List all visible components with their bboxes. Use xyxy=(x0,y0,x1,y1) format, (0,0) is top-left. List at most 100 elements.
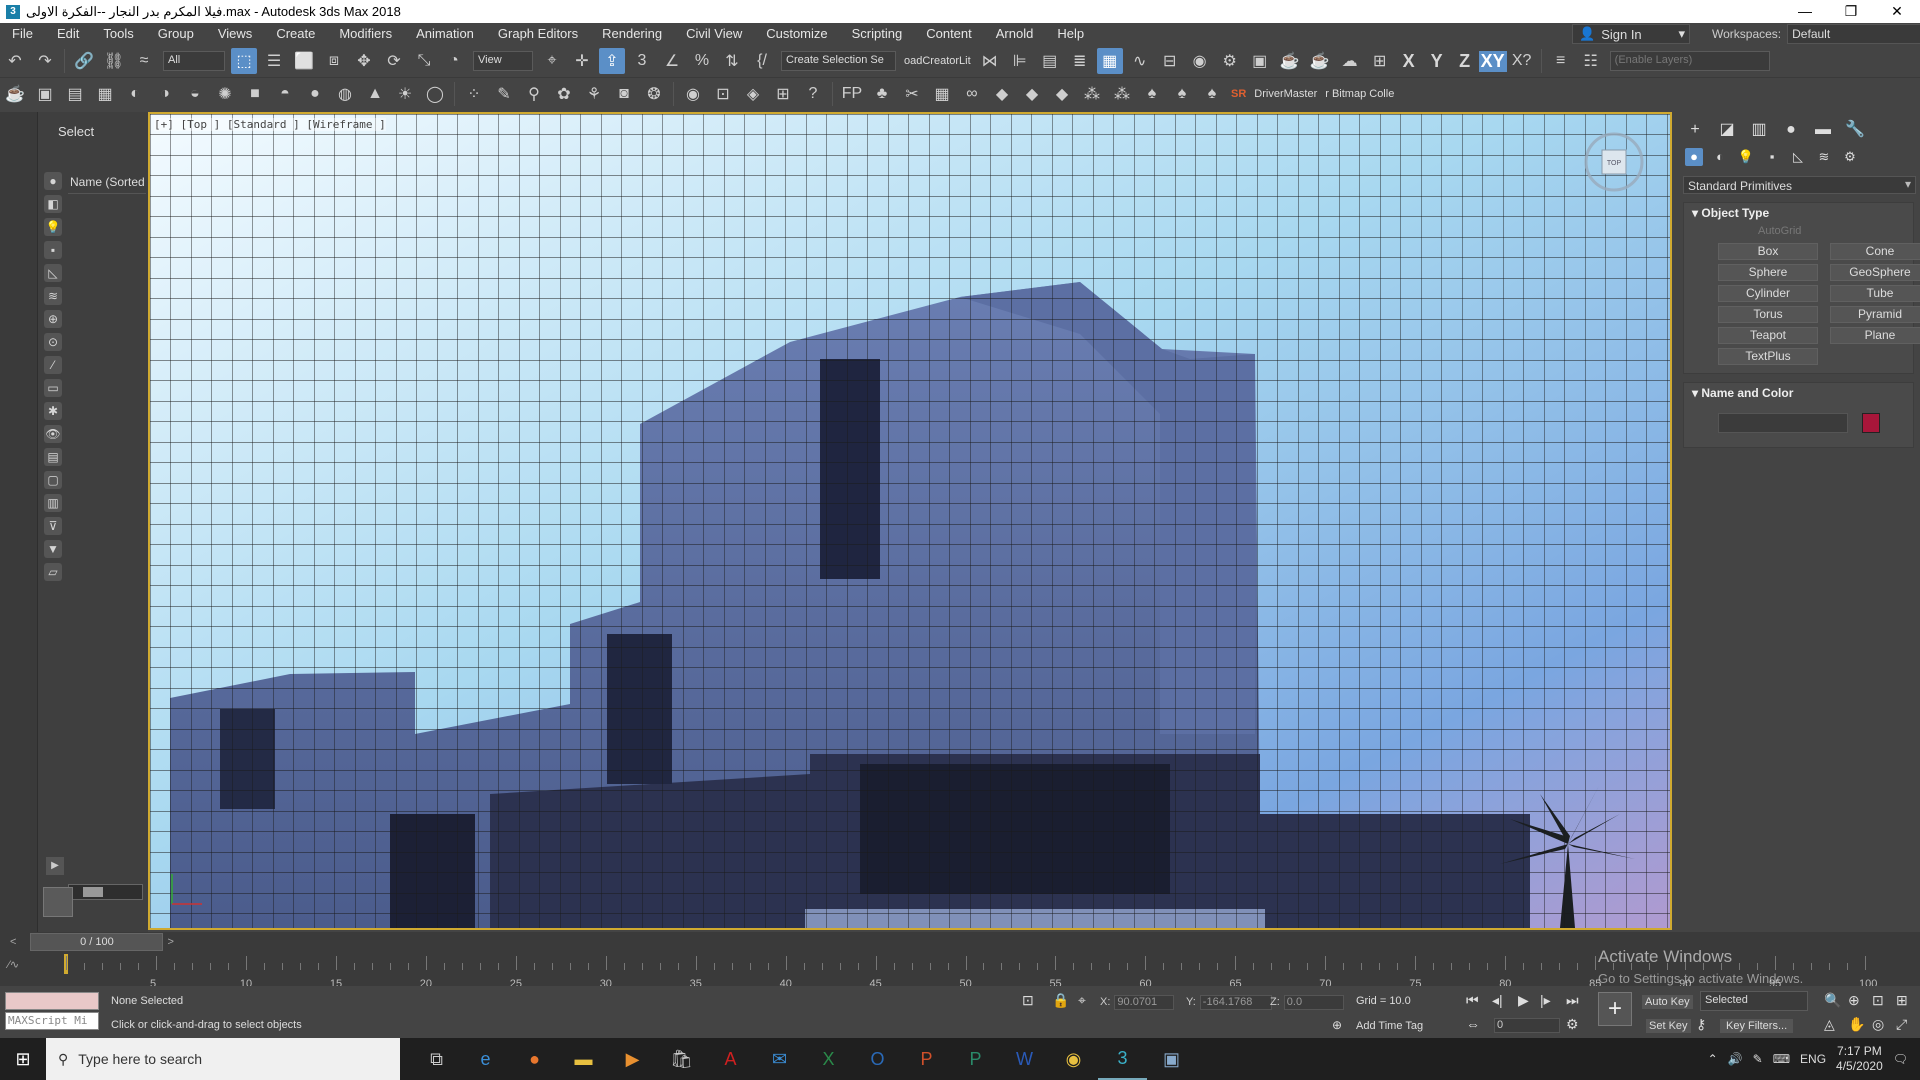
scene-explorer-header[interactable]: Select xyxy=(38,112,148,139)
material-editor-icon[interactable]: ◉ xyxy=(1187,48,1213,74)
hdri-icon[interactable]: ◙ xyxy=(611,81,637,107)
orange-shape2-icon[interactable]: ◆ xyxy=(1019,81,1045,107)
menu-views[interactable]: Views xyxy=(206,23,264,45)
box-primitive-icon[interactable]: ■ xyxy=(242,81,268,107)
ball-icon[interactable]: ◯ xyxy=(422,81,448,107)
help-circle-icon[interactable]: ? xyxy=(800,81,826,107)
play-icon[interactable]: ▶ xyxy=(1518,992,1529,1009)
explorer-toggle-button[interactable] xyxy=(43,887,73,917)
maximize-viewport-icon[interactable]: ⤢ xyxy=(1896,1016,1907,1033)
menu-scripting[interactable]: Scripting xyxy=(840,23,915,45)
expand-arrow-icon[interactable]: ▶ xyxy=(46,857,64,875)
mini-curve-icon[interactable]: ⁄∿ xyxy=(8,958,19,971)
pivot-icon[interactable]: ⌖ xyxy=(539,48,565,74)
menu-civil-view[interactable]: Civil View xyxy=(674,23,754,45)
display-xrefs-icon[interactable]: ⊙ xyxy=(44,333,62,351)
time-config-icon[interactable]: ⚙ xyxy=(1566,1016,1579,1033)
object-name-field[interactable] xyxy=(1718,413,1848,433)
camera-icon[interactable]: ◑ xyxy=(152,81,178,107)
reference-coordinate-dropdown[interactable]: View xyxy=(473,51,533,71)
menu-graph-editors[interactable]: Graph Editors xyxy=(486,23,590,45)
teapot-button[interactable]: Teapot xyxy=(1718,327,1818,344)
cone-button[interactable]: Cone xyxy=(1830,243,1920,260)
keyboard-icon[interactable]: ⌨ xyxy=(1773,1052,1790,1066)
sphere-button[interactable]: Sphere xyxy=(1718,264,1818,281)
layers-stack-icon[interactable]: ☷ xyxy=(1578,48,1604,74)
menu-edit[interactable]: Edit xyxy=(45,23,91,45)
z-field[interactable]: 0.0 xyxy=(1283,995,1344,1010)
notifications-icon[interactable]: 🗨 xyxy=(1893,1052,1908,1066)
viewport-top[interactable]: [+] [Top ] [Standard ] [Wireframe ] xyxy=(148,112,1672,930)
green-tool1-icon[interactable]: ♠ xyxy=(1139,81,1165,107)
collapse-icon[interactable]: ▾ xyxy=(1692,206,1701,220)
axis-cycle-icon[interactable]: X? xyxy=(1509,48,1535,74)
motion-tab-icon[interactable]: ● xyxy=(1781,120,1801,140)
object-color-swatch[interactable] xyxy=(1862,413,1880,433)
media-player-icon[interactable]: ▶ xyxy=(608,1038,657,1080)
table-icon[interactable]: ▦ xyxy=(929,81,955,107)
previous-frame-icon[interactable]: ◂| xyxy=(1492,992,1503,1009)
menu-content[interactable]: Content xyxy=(914,23,984,45)
orbit-icon[interactable]: ◎ xyxy=(1872,1016,1884,1033)
add-time-tag-button[interactable]: Add Time Tag xyxy=(1356,1020,1423,1032)
blue-dots1-icon[interactable]: ⁂ xyxy=(1079,81,1105,107)
unlink-icon[interactable]: ⛓ xyxy=(101,48,127,74)
viewcube[interactable]: TOP xyxy=(1582,130,1646,194)
select-manipulate-icon[interactable]: ✛ xyxy=(569,48,595,74)
bind-spacewarp-icon[interactable]: ≈ xyxy=(131,48,157,74)
menu-rendering[interactable]: Rendering xyxy=(590,23,674,45)
layer-explorer-icon[interactable]: ≣ xyxy=(1067,48,1093,74)
link-icon[interactable]: 🔗 xyxy=(71,48,97,74)
mirror-icon[interactable]: ⋈ xyxy=(977,48,1003,74)
file-explorer-icon[interactable]: ▬ xyxy=(559,1038,608,1080)
redo-icon[interactable]: ↷ xyxy=(32,48,58,74)
sun-icon[interactable]: ☀ xyxy=(392,81,418,107)
lights-category-icon[interactable]: 💡 xyxy=(1737,148,1755,166)
select-object-icon[interactable]: ⬚ xyxy=(231,48,257,74)
horizontal-scrollbar[interactable] xyxy=(68,884,143,900)
spinner-snap-icon[interactable]: ⇅ xyxy=(719,48,745,74)
display-groups-icon[interactable]: ⊕ xyxy=(44,310,62,328)
publisher-icon[interactable]: P xyxy=(951,1038,1000,1080)
word-icon[interactable]: W xyxy=(1000,1038,1049,1080)
tree-icon[interactable]: ⚲ xyxy=(521,81,547,107)
store-icon[interactable]: 🛍 xyxy=(657,1038,706,1080)
render-active-icon[interactable]: ☕ xyxy=(1307,48,1333,74)
zoom-icon[interactable]: 🔍 xyxy=(1824,992,1841,1009)
ribbon-icon[interactable]: ▦ xyxy=(1096,48,1123,74)
display-hidden-icon[interactable]: 👁 xyxy=(44,425,62,443)
snap-3d-icon[interactable]: 3 xyxy=(629,48,655,74)
schematic-view-icon[interactable]: ⊟ xyxy=(1157,48,1183,74)
sphere-icon[interactable]: ● xyxy=(302,81,328,107)
tube-button[interactable]: Tube xyxy=(1830,285,1920,302)
restore-button[interactable]: ❐ xyxy=(1828,0,1874,23)
mail-icon[interactable]: ✉ xyxy=(755,1038,804,1080)
fur-icon[interactable]: ❂ xyxy=(641,81,667,107)
chain-icon[interactable]: ∞ xyxy=(959,81,985,107)
workspace-dropdown[interactable]: Default xyxy=(1787,24,1920,44)
autogrid-checkbox[interactable]: AutoGrid xyxy=(1684,223,1913,239)
app-window-icon[interactable]: ▣ xyxy=(1147,1038,1196,1080)
sr-button[interactable]: SR xyxy=(1227,88,1250,100)
key-mode-icon[interactable]: ⇔ xyxy=(1466,1016,1480,1032)
close-button[interactable]: ✕ xyxy=(1874,0,1920,23)
primitive-category-dropdown[interactable]: Standard Primitives xyxy=(1683,176,1916,194)
angle-snap-icon[interactable]: ∠ xyxy=(659,48,685,74)
time-tag-icon[interactable]: ⊕ xyxy=(1332,1018,1342,1032)
task-view-icon[interactable]: ⧉ xyxy=(412,1038,461,1080)
menu-create[interactable]: Create xyxy=(264,23,327,45)
rect-selection-icon[interactable]: ⬜ xyxy=(291,48,317,74)
key-filters-button[interactable]: Key Filters... xyxy=(1720,1019,1794,1033)
pen-icon[interactable]: ✎ xyxy=(1753,1052,1763,1066)
grass-icon[interactable]: ⚘ xyxy=(581,81,607,107)
scene-explorer-icon[interactable]: ▤ xyxy=(1037,48,1063,74)
geometry-category-icon[interactable]: ● xyxy=(1685,148,1703,166)
rendered-frame-icon[interactable]: ▣ xyxy=(1247,48,1273,74)
menu-file[interactable]: File xyxy=(0,23,45,45)
paint-icon[interactable]: ✎ xyxy=(491,81,517,107)
particles-icon[interactable]: ✺ xyxy=(212,81,238,107)
slider-left-arrow-icon[interactable]: < xyxy=(10,936,16,948)
sound-icon[interactable]: ◒ xyxy=(182,81,208,107)
menu-arnold[interactable]: Arnold xyxy=(984,23,1046,45)
display-none-icon[interactable]: ▢ xyxy=(44,471,62,489)
